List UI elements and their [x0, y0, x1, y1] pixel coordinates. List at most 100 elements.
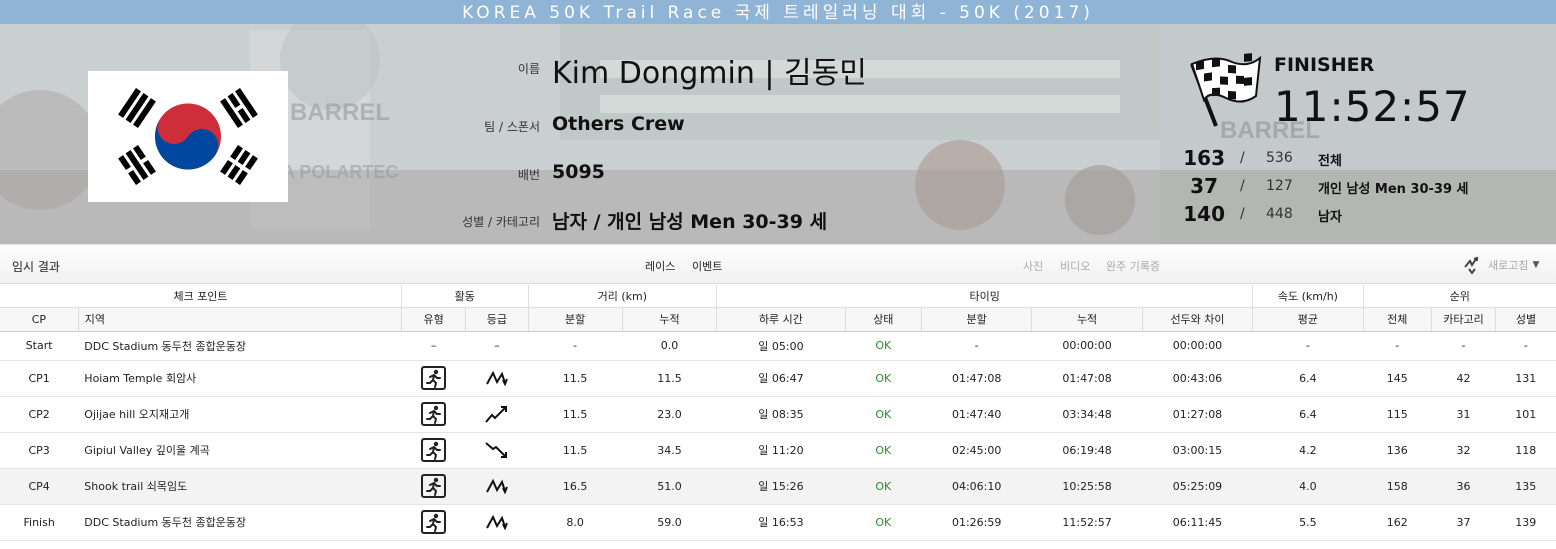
- cell-cp: CP2: [0, 396, 79, 433]
- runner-icon: [421, 366, 447, 390]
- cell-cumulative-time: 06:19:48: [1031, 432, 1143, 469]
- chevron-down-icon[interactable]: ▼: [1532, 260, 1539, 270]
- athlete-bib: 5095: [552, 161, 605, 183]
- table-row[interactable]: Finish DDC Stadium 동두천 종합운동장 8.0 59.0 일 16:5…: [0, 504, 1556, 541]
- cell-cumulative-time: 11:52:57: [1031, 504, 1143, 541]
- cell-average-speed: 6.4: [1252, 396, 1364, 433]
- up-down-trend-icon: [484, 476, 510, 496]
- cell-split-time: 02:45:00: [921, 432, 1032, 469]
- up-down-trend-icon: [484, 368, 510, 388]
- col-split-distance[interactable]: 분할: [528, 307, 623, 332]
- col-grade[interactable]: 등급: [465, 307, 529, 332]
- cell-cp: CP4: [0, 468, 79, 505]
- group-rank: 순위: [1363, 285, 1556, 308]
- video-link[interactable]: 비디오: [1060, 258, 1090, 274]
- col-rank-category[interactable]: 카타고리: [1431, 307, 1497, 332]
- refresh-button[interactable]: 새로고침 ▼: [1462, 255, 1539, 275]
- cell-status: OK: [845, 360, 922, 397]
- cell-location: Gipiul Valley 깊이울 계곡: [78, 432, 402, 469]
- cell-location: Ojijae hill 오지재고개: [78, 396, 402, 433]
- cell-type: [401, 468, 466, 505]
- cell-time-of-day: 일 08:35: [716, 396, 846, 433]
- cell-rank-gender: 139: [1495, 504, 1556, 541]
- cell-grade: [465, 432, 528, 469]
- col-status[interactable]: 상태: [845, 307, 922, 332]
- cell-status: OK: [845, 468, 922, 505]
- cell-grade: [465, 396, 528, 433]
- group-distance: 거리 (km): [528, 285, 718, 308]
- table-row[interactable]: Start DDC Stadium 동두천 종합운동장 – – -0.0 일 05:00 O…: [0, 331, 1556, 361]
- cell-rank-category: 37: [1431, 504, 1496, 541]
- cell-status: OK: [845, 504, 922, 541]
- up-down-trend-icon: [484, 512, 510, 532]
- cell-split-distance: 8.0: [528, 504, 623, 541]
- group-activity: 활동: [401, 285, 529, 308]
- rank-category-label: 개인 남성 Men 30-39 세: [1318, 182, 1469, 197]
- tab-race[interactable]: 레이스: [645, 258, 675, 274]
- cell-split-time: 01:47:08: [921, 360, 1032, 397]
- table-row[interactable]: CP4 Shook trail 쇠목임도 16.5 51.0 일 15:26 OK 04:0…: [0, 468, 1556, 505]
- cell-split-time: 01:47:40: [921, 396, 1032, 433]
- cell-average-speed: 4.0: [1252, 468, 1364, 505]
- col-split-time[interactable]: 분할: [921, 307, 1033, 332]
- cell-rank-category: 32: [1431, 432, 1496, 469]
- col-cumulative-distance[interactable]: 누적: [622, 307, 718, 332]
- rank-overall-total: 536: [1266, 150, 1293, 166]
- table-row[interactable]: CP1 Hoiam Temple 회암사 11.5 11.5 일 06:47 OK 01:4…: [0, 360, 1556, 397]
- rank-gender-label: 남자: [1318, 210, 1342, 225]
- cell-cumulative-distance: 59.0: [622, 504, 717, 541]
- rank-separator: /: [1240, 206, 1245, 222]
- cell-cumulative-time: 01:47:08: [1031, 360, 1143, 397]
- table-row[interactable]: CP2 Ojijae hill 오지재고개 11.5 23.0 일 08:35 OK 01:…: [0, 396, 1556, 433]
- race-title: KOREA 50K Trail Race 국제 트레일러닝 대회 - 50K (…: [0, 0, 1556, 24]
- col-average-speed[interactable]: 평균: [1252, 307, 1364, 332]
- cell-cumulative-time: 00:00:00: [1031, 331, 1143, 361]
- rank-gender: 140: [1183, 202, 1225, 226]
- cell-cp: Finish: [0, 504, 79, 541]
- cell-rank-overall: 158: [1363, 468, 1432, 505]
- cell-cumulative-distance: 0.0: [622, 331, 717, 361]
- cell-type: [401, 504, 466, 541]
- cell-cumulative-distance: 23.0: [622, 396, 717, 433]
- cell-cp: CP3: [0, 432, 79, 469]
- category-label: 성별 / 카테고리: [462, 215, 540, 229]
- runner-icon: [421, 402, 447, 426]
- rank-category: 37: [1190, 174, 1218, 198]
- cell-rank-overall: 145: [1363, 360, 1432, 397]
- certificate-link[interactable]: 완주 기록증: [1106, 258, 1160, 274]
- cell-rank-overall: 115: [1363, 396, 1432, 433]
- cell-rank-overall: -: [1363, 331, 1432, 361]
- group-checkpoint: 체크 포인트: [0, 285, 403, 308]
- table-group-header: 체크 포인트 활동 거리 (km) 타이밍 속도 (km/h) 순위: [0, 285, 1556, 308]
- cell-gap: 03:00:15: [1142, 432, 1253, 469]
- col-type[interactable]: 유형: [401, 307, 467, 332]
- cell-type: –: [401, 331, 466, 361]
- runner-icon: [421, 474, 447, 498]
- cell-average-speed: 6.4: [1252, 360, 1364, 397]
- checkered-flag-icon: [1186, 50, 1262, 132]
- provisional-results-label: 임시 결과: [12, 260, 60, 274]
- group-speed: 속도 (km/h): [1252, 285, 1364, 308]
- rank-gender-total: 448: [1266, 206, 1293, 222]
- cell-status: OK: [845, 396, 922, 433]
- col-cumulative-time[interactable]: 누적: [1031, 307, 1143, 332]
- cell-rank-gender: 131: [1495, 360, 1556, 397]
- bib-label: 배번: [517, 168, 540, 182]
- table-row[interactable]: CP3 Gipiul Valley 깊이울 계곡 11.5 34.5 일 11:20 OK…: [0, 432, 1556, 469]
- cell-rank-gender: 135: [1495, 468, 1556, 505]
- col-rank-gender[interactable]: 성별: [1495, 307, 1556, 332]
- tab-event[interactable]: 이벤트: [692, 258, 722, 274]
- cell-location: Shook trail 쇠목임도: [78, 468, 402, 505]
- col-location[interactable]: 지역: [78, 307, 403, 332]
- cell-rank-category: 31: [1431, 396, 1496, 433]
- col-gap[interactable]: 선두와 차이: [1142, 307, 1254, 332]
- col-cp[interactable]: CP: [0, 307, 79, 332]
- cell-time-of-day: 일 05:00: [716, 331, 846, 361]
- col-time-of-day[interactable]: 하루 시간: [716, 307, 846, 332]
- col-rank-overall[interactable]: 전체: [1363, 307, 1432, 332]
- photo-link[interactable]: 사진: [1023, 258, 1043, 274]
- refresh-label: 새로고침: [1488, 259, 1529, 272]
- cell-split-time: -: [921, 331, 1032, 361]
- runner-icon: [421, 438, 447, 462]
- cell-rank-category: 36: [1431, 468, 1496, 505]
